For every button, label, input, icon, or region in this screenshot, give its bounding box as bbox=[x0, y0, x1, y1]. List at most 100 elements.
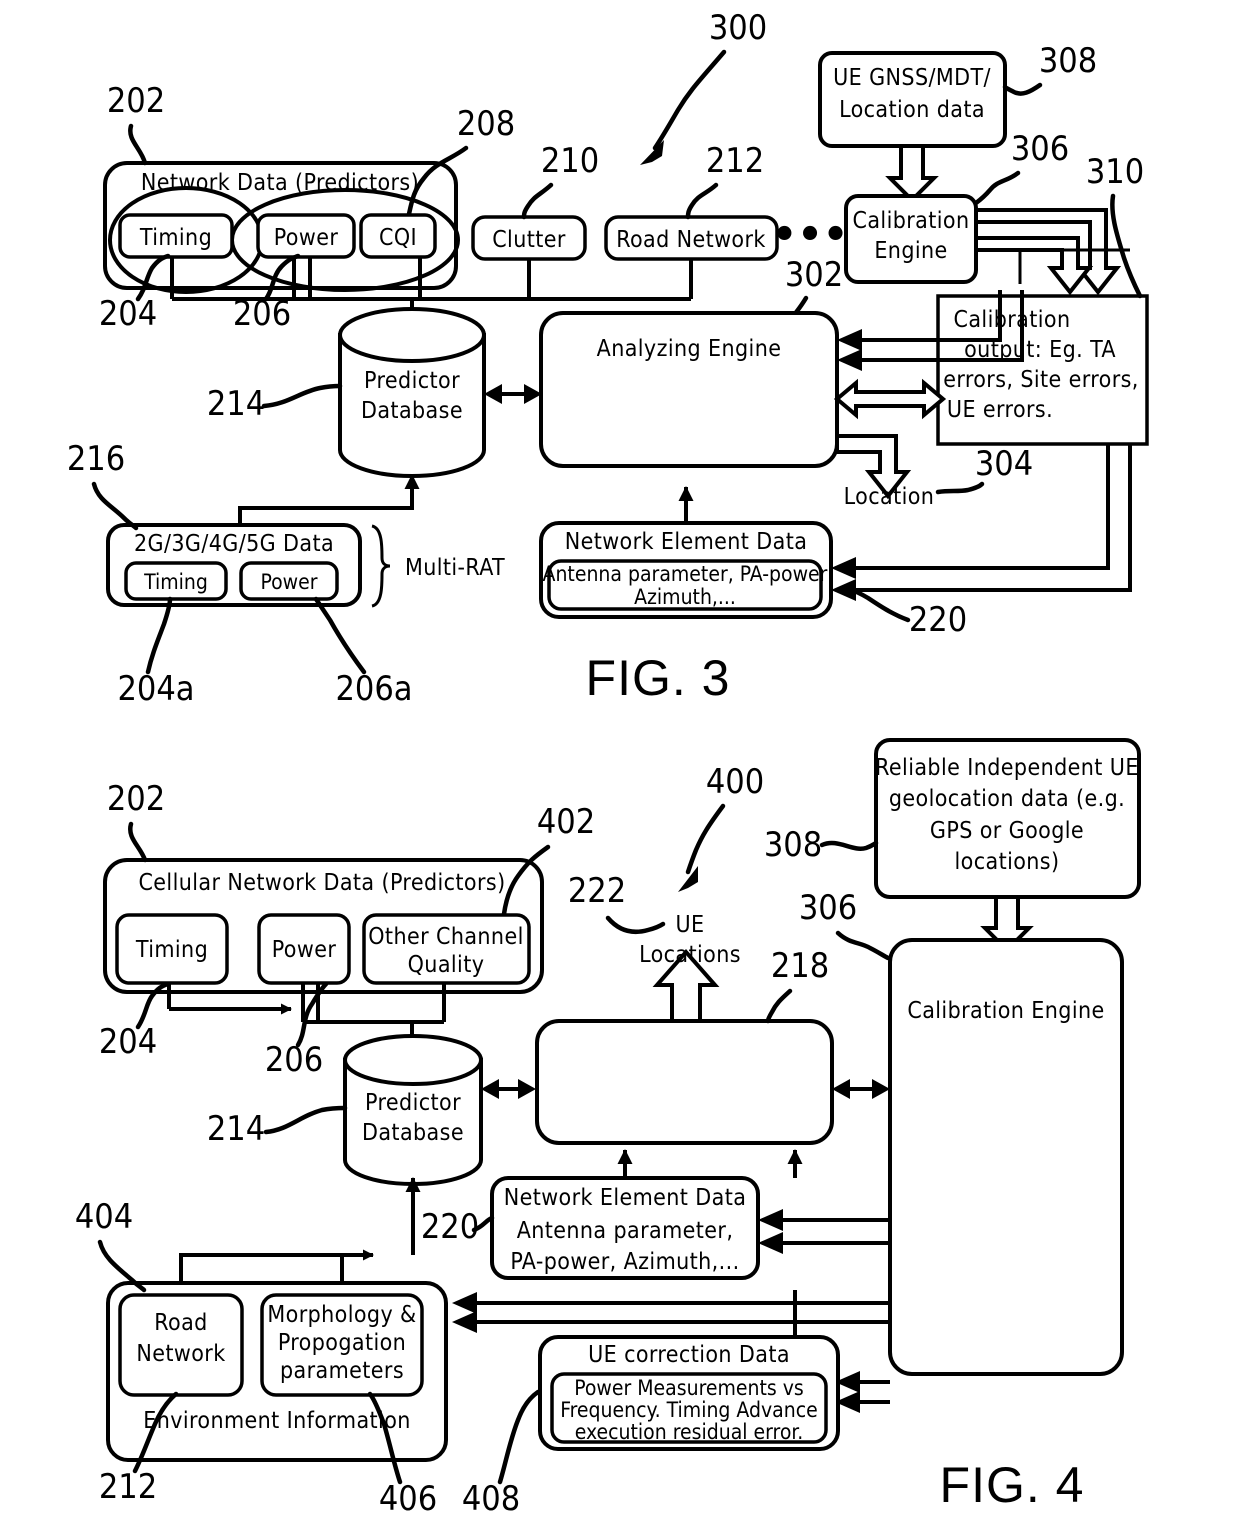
fig3-ned-inner-line2: Azimuth,... bbox=[634, 585, 736, 609]
fig3-gnss-to-calib-arrow bbox=[885, 144, 939, 203]
fig3-ref-308-leader bbox=[1002, 82, 1043, 96]
fig4-power-label: Power bbox=[272, 937, 337, 963]
fig4-engine-calib-arrow bbox=[832, 1079, 890, 1099]
fig3-ref-216-leader bbox=[91, 481, 139, 531]
fig3-ned-title: Network Element Data bbox=[565, 529, 808, 555]
fig3-location-label: Location bbox=[844, 484, 935, 510]
fig4-ref-408: 408 bbox=[462, 1479, 520, 1519]
fig4-ref-220: 220 bbox=[421, 1207, 479, 1247]
fig3-multirat-brace bbox=[371, 524, 391, 608]
fig3-ref-304: 304 bbox=[975, 444, 1033, 484]
fig4-morph-line1: Morphology & bbox=[267, 1302, 416, 1328]
fig3-ref-212-leader bbox=[685, 182, 719, 220]
fig4-calib-to-env-arrows bbox=[452, 1292, 890, 1333]
fig3-ref-214-leader bbox=[261, 383, 343, 409]
fig4-env-to-db-bus bbox=[179, 1249, 374, 1283]
fig3-ref-310-leader bbox=[1110, 193, 1143, 299]
fig3-caption: FIG. 3 bbox=[586, 650, 731, 706]
fig4-ref-206: 206 bbox=[265, 1040, 323, 1080]
fig4-env-title: Environment Information bbox=[143, 1408, 411, 1434]
fig4-ref-404: 404 bbox=[75, 1197, 133, 1237]
fig3-ref-202: 202 bbox=[107, 81, 165, 121]
fig4-uecd-line2: Frequency. Timing Advance bbox=[560, 1398, 817, 1422]
fig4-ref-402: 402 bbox=[537, 802, 595, 842]
fig3-analyzing-engine-label: Analyzing Engine bbox=[597, 336, 782, 362]
fig4-db-label-2: Database bbox=[362, 1120, 464, 1146]
fig3-ref-210-leader bbox=[521, 182, 554, 220]
fig4-geo-line2: geolocation data (e.g. bbox=[889, 786, 1125, 812]
fig3-db-label-1: Predictor bbox=[364, 368, 460, 394]
fig4-geo-line1: Reliable Independent UE bbox=[875, 755, 1139, 781]
fig3-engine-output-double-arrow bbox=[833, 378, 947, 420]
fig4-morph-line2: Propogation bbox=[278, 1330, 406, 1356]
fig3-db-label-2: Database bbox=[361, 398, 463, 424]
fig4-ref-202-leader bbox=[128, 821, 148, 863]
fig3-ref-204a: 204a bbox=[117, 669, 194, 709]
fig3-ref-202-leader bbox=[128, 123, 148, 166]
fig4-uecd-line3: execution residual error. bbox=[575, 1420, 804, 1444]
fig4-ref-222-leader bbox=[605, 915, 666, 935]
fig4-road-line1: Road bbox=[154, 1310, 207, 1336]
fig3-ref-308: 308 bbox=[1039, 41, 1097, 81]
fig3-multirat-title: 2G/3G/4G/5G Data bbox=[134, 531, 334, 557]
fig4-ned-line2: Antenna parameter, bbox=[517, 1218, 734, 1244]
fig3-calib-out-line4: UE errors. bbox=[947, 397, 1053, 423]
fig4-db-engine-arrow bbox=[481, 1079, 536, 1099]
fig4-calib-to-ned-arrows bbox=[758, 1209, 890, 1254]
fig4-ned-line3: PA-power, Azimuth,... bbox=[510, 1249, 739, 1275]
fig3-clutter-label: Clutter bbox=[492, 227, 566, 253]
fig4-cnd-title: Cellular Network Data (Predictors) bbox=[138, 870, 505, 896]
fig3-calib-out-line3: errors, Site errors, bbox=[943, 367, 1139, 393]
fig4-ref-308: 308 bbox=[764, 825, 822, 865]
fig3-ref-304-leader bbox=[935, 481, 985, 495]
fig4-ref-406: 406 bbox=[379, 1479, 437, 1519]
fig3-calib-out-line1: Calibration bbox=[954, 307, 1071, 333]
fig4-caption: FIG. 4 bbox=[940, 1457, 1085, 1513]
fig4-ref-308-leader bbox=[819, 840, 879, 851]
fig4-ue-loc-line2: Locations bbox=[639, 942, 741, 968]
fig4-uecd-title: UE correction Data bbox=[588, 1342, 790, 1368]
fig3-ref-306: 306 bbox=[1011, 129, 1069, 169]
fig3-ref-214: 214 bbox=[207, 384, 265, 424]
fig4-morph-line3: parameters bbox=[280, 1358, 404, 1384]
fig3-multirat-brace-label: Multi-RAT bbox=[405, 555, 505, 581]
fig4-ref-202: 202 bbox=[107, 779, 165, 819]
fig4-geo-line3: GPS or Google bbox=[930, 818, 1084, 844]
fig3-power-label: Power bbox=[274, 225, 339, 251]
fig3-ref-208: 208 bbox=[457, 104, 515, 144]
fig3-ref-300: 300 bbox=[709, 8, 767, 48]
fig3-ned-inner-line1: Antenna parameter, PA-power bbox=[543, 562, 828, 586]
fig4-ref-222: 222 bbox=[568, 871, 626, 911]
fig4-ref-212: 212 bbox=[99, 1467, 157, 1507]
fig3-ref-216: 216 bbox=[67, 439, 125, 479]
fig4-ref-214: 214 bbox=[207, 1109, 265, 1149]
fig3-ref-302: 302 bbox=[785, 255, 843, 295]
fig3-timing-label: Timing bbox=[139, 225, 212, 251]
fig3-calib-engine-line1: Calibration bbox=[853, 208, 970, 234]
fig3-ref-206a-leader bbox=[313, 596, 367, 675]
fig4-calib-to-uecd-arrows bbox=[835, 1371, 890, 1413]
fig4-ocq-line2: Quality bbox=[408, 952, 485, 978]
fig3-cqi-label: CQI bbox=[379, 225, 417, 251]
fig3-ref-310: 310 bbox=[1086, 152, 1144, 192]
fig4-calib-engine-label: Calibration Engine bbox=[907, 998, 1104, 1024]
fig3-ref-204a-leader bbox=[145, 596, 173, 675]
fig3-calib-engine-line2: Engine bbox=[874, 238, 947, 264]
fig3-ref-212: 212 bbox=[706, 141, 764, 181]
patent-drawing: 300 Network Data (Predictors) 202 Timing… bbox=[67, 8, 1149, 1519]
fig3-ref-220-leader bbox=[845, 586, 911, 623]
fig4-timing-label: Timing bbox=[135, 937, 208, 963]
fig3-ref-300-arrowhead bbox=[640, 140, 664, 165]
fig4-db-label-1: Predictor bbox=[365, 1090, 461, 1116]
fig4-ref-400-leader bbox=[685, 803, 726, 875]
fig3-multirat-power-label: Power bbox=[260, 570, 317, 594]
fig3-ref-220: 220 bbox=[909, 600, 967, 640]
fig3-road-network-label: Road Network bbox=[616, 227, 766, 253]
fig4-ue-loc-line1: UE bbox=[675, 912, 704, 938]
fig3-db-engine-arrow bbox=[484, 384, 542, 404]
fig4-road-line2: Network bbox=[136, 1341, 225, 1367]
fig3-multirat-to-db-line bbox=[238, 474, 420, 525]
fig4-ref-218-leader bbox=[765, 988, 793, 1024]
fig3-ue-gnss-line1: UE GNSS/MDT/ bbox=[833, 65, 991, 91]
fig4-ref-204: 204 bbox=[99, 1022, 157, 1062]
